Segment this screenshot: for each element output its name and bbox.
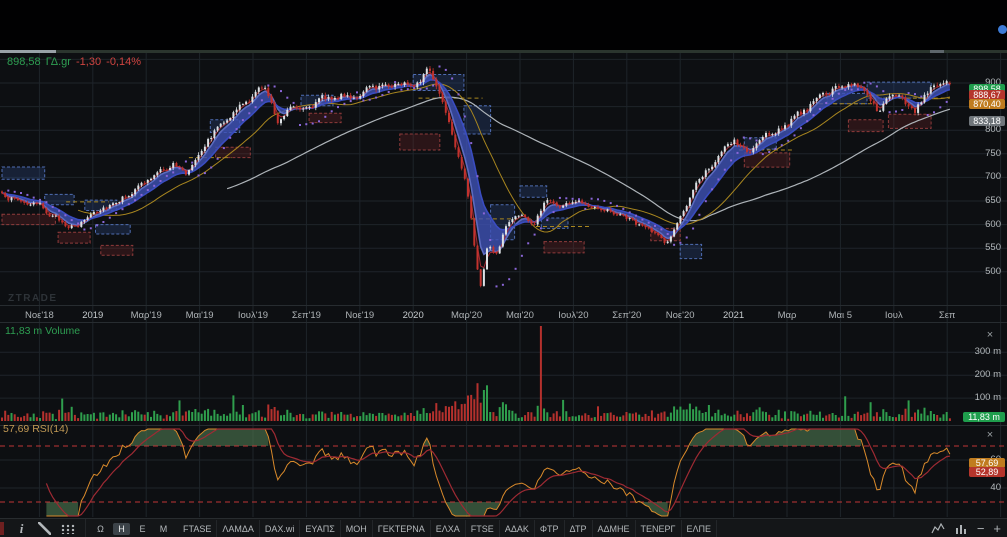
price-axis-tick: 550 — [957, 242, 1001, 253]
zoom-out-button[interactable]: − — [977, 520, 985, 537]
chart-style-line-icon[interactable] — [931, 519, 946, 537]
symbol-tab-FTSE[interactable]: FTSE — [466, 520, 500, 537]
watchlist-grid-icon[interactable] — [56, 519, 79, 537]
symbol-tab-ΔΤΡ[interactable]: ΔΤΡ — [565, 520, 593, 537]
info-icon[interactable]: i — [10, 519, 33, 537]
loading-bar-segment — [930, 50, 944, 53]
toolbar-accent-mark — [0, 522, 4, 535]
price-axis-tick: 500 — [957, 266, 1001, 277]
volume-last-value: 11,83 m — [5, 325, 42, 337]
draw-line-icon-glyph — [38, 522, 51, 535]
interval-Μ[interactable]: Μ — [155, 523, 172, 535]
rsi-axis-tick: 40 — [957, 482, 1001, 493]
zoom-in-button[interactable]: + — [993, 520, 1001, 537]
volume-pane-close-button[interactable]: × — [983, 328, 997, 341]
symbol-tab-ΦΤΡ[interactable]: ΦΤΡ — [535, 520, 565, 537]
symbol-tab-ΑΔΑΚ[interactable]: ΑΔΑΚ — [500, 520, 535, 537]
watchlist-grid-icon-glyph — [61, 524, 75, 534]
time-axis-label: Σεπ — [911, 310, 983, 321]
loading-bar — [0, 50, 1007, 53]
price-axis-tick: 600 — [957, 219, 1001, 230]
price-axis-tick: 700 — [957, 171, 1001, 182]
rsi-last-value: 57,69 — [3, 423, 29, 435]
price-axis-tick: 750 — [957, 148, 1001, 159]
legend-change: -1,30 — [76, 56, 101, 68]
volume-label: Volume — [45, 325, 80, 337]
chart-canvas[interactable] — [0, 0, 1007, 537]
loading-bar-progress — [0, 50, 56, 53]
bottom-toolbar: i ΩΗΕΜ FTASEΛΑΜΔΑDAX.wiΕΥΑΠΣΜΟΗΓΕΚΤΕΡΝΑΕ… — [0, 518, 1007, 537]
chart-style-bars-icon[interactable] — [955, 519, 968, 537]
legend-change-pct: -0,14% — [106, 56, 141, 68]
interval-Η[interactable]: Η — [113, 523, 130, 535]
price-axis-tick: 800 — [957, 124, 1001, 135]
symbol-tab-FTASE[interactable]: FTASE — [178, 520, 217, 537]
symbol-tab-DAX.wi[interactable]: DAX.wi — [260, 520, 301, 537]
symbol-tab-ΓΕΚΤΕΡΝΑ[interactable]: ΓΕΚΤΕΡΝΑ — [373, 520, 431, 537]
price-axis-tick: 650 — [957, 195, 1001, 206]
symbol-tab-ΜΟΗ[interactable]: ΜΟΗ — [341, 520, 373, 537]
platform-watermark: ZTRADE — [8, 293, 58, 304]
rsi-label: RSI(14) — [32, 423, 68, 435]
symbol-tab-ΛΑΜΔΑ[interactable]: ΛΑΜΔΑ — [217, 520, 260, 537]
symbol-tab-ΑΔΜΗΕ[interactable]: ΑΔΜΗΕ — [593, 520, 636, 537]
symbol-tab-ΕΛΠΕ[interactable]: ΕΛΠΕ — [682, 520, 718, 537]
symbol-tabs: FTASEΛΑΜΔΑDAX.wiΕΥΑΠΣΜΟΗΓΕΚΤΕΡΝΑΕΛΧΑFTSE… — [178, 519, 717, 537]
volume-axis-tick: 100 m — [957, 392, 1001, 403]
rsi-legend: 57,69 RSI(14) — [3, 423, 68, 435]
trading-terminal: 898,58 ΓΔ.gr -1,30 -0,14% ZTRADE 11,83 m… — [0, 0, 1007, 537]
legend-last-price: 898,58 — [7, 56, 41, 68]
symbol-tab-ΕΥΑΠΣ[interactable]: ΕΥΑΠΣ — [300, 520, 340, 537]
toolbar-right-group: −+ — [931, 519, 1001, 537]
symbol-tab-ΕΛΧΑ[interactable]: ΕΛΧΑ — [431, 520, 466, 537]
interval-switcher: ΩΗΕΜ — [85, 519, 172, 537]
toolbar-icon-group: i — [10, 519, 79, 537]
legend-symbol: ΓΔ.gr — [46, 56, 71, 68]
draw-line-icon[interactable] — [33, 519, 56, 537]
volume-axis-tick: 300 m — [957, 346, 1001, 357]
symbol-legend: 898,58 ΓΔ.gr -1,30 -0,14% — [7, 56, 143, 68]
notification-dot — [998, 25, 1007, 34]
price-badge-ma50-value: 870,40 — [969, 99, 1005, 109]
window-top-strip — [0, 0, 1007, 50]
rsi-badge-rsi-signal-value: 52,89 — [969, 467, 1005, 477]
info-icon-glyph: i — [20, 521, 24, 537]
rsi-pane-close-button[interactable]: × — [983, 428, 997, 441]
volume-axis-tick: 200 m — [957, 369, 1001, 380]
volume-legend: 11,83 m Volume — [5, 325, 80, 337]
interval-Ε[interactable]: Ε — [134, 523, 151, 535]
symbol-tab-ΤΕΝΕΡΓ[interactable]: ΤΕΝΕΡΓ — [636, 520, 682, 537]
interval-Ω[interactable]: Ω — [92, 523, 109, 535]
volume-badge: 11,83 m — [963, 412, 1005, 422]
price-badge-ma200-value: 833,18 — [969, 116, 1005, 126]
